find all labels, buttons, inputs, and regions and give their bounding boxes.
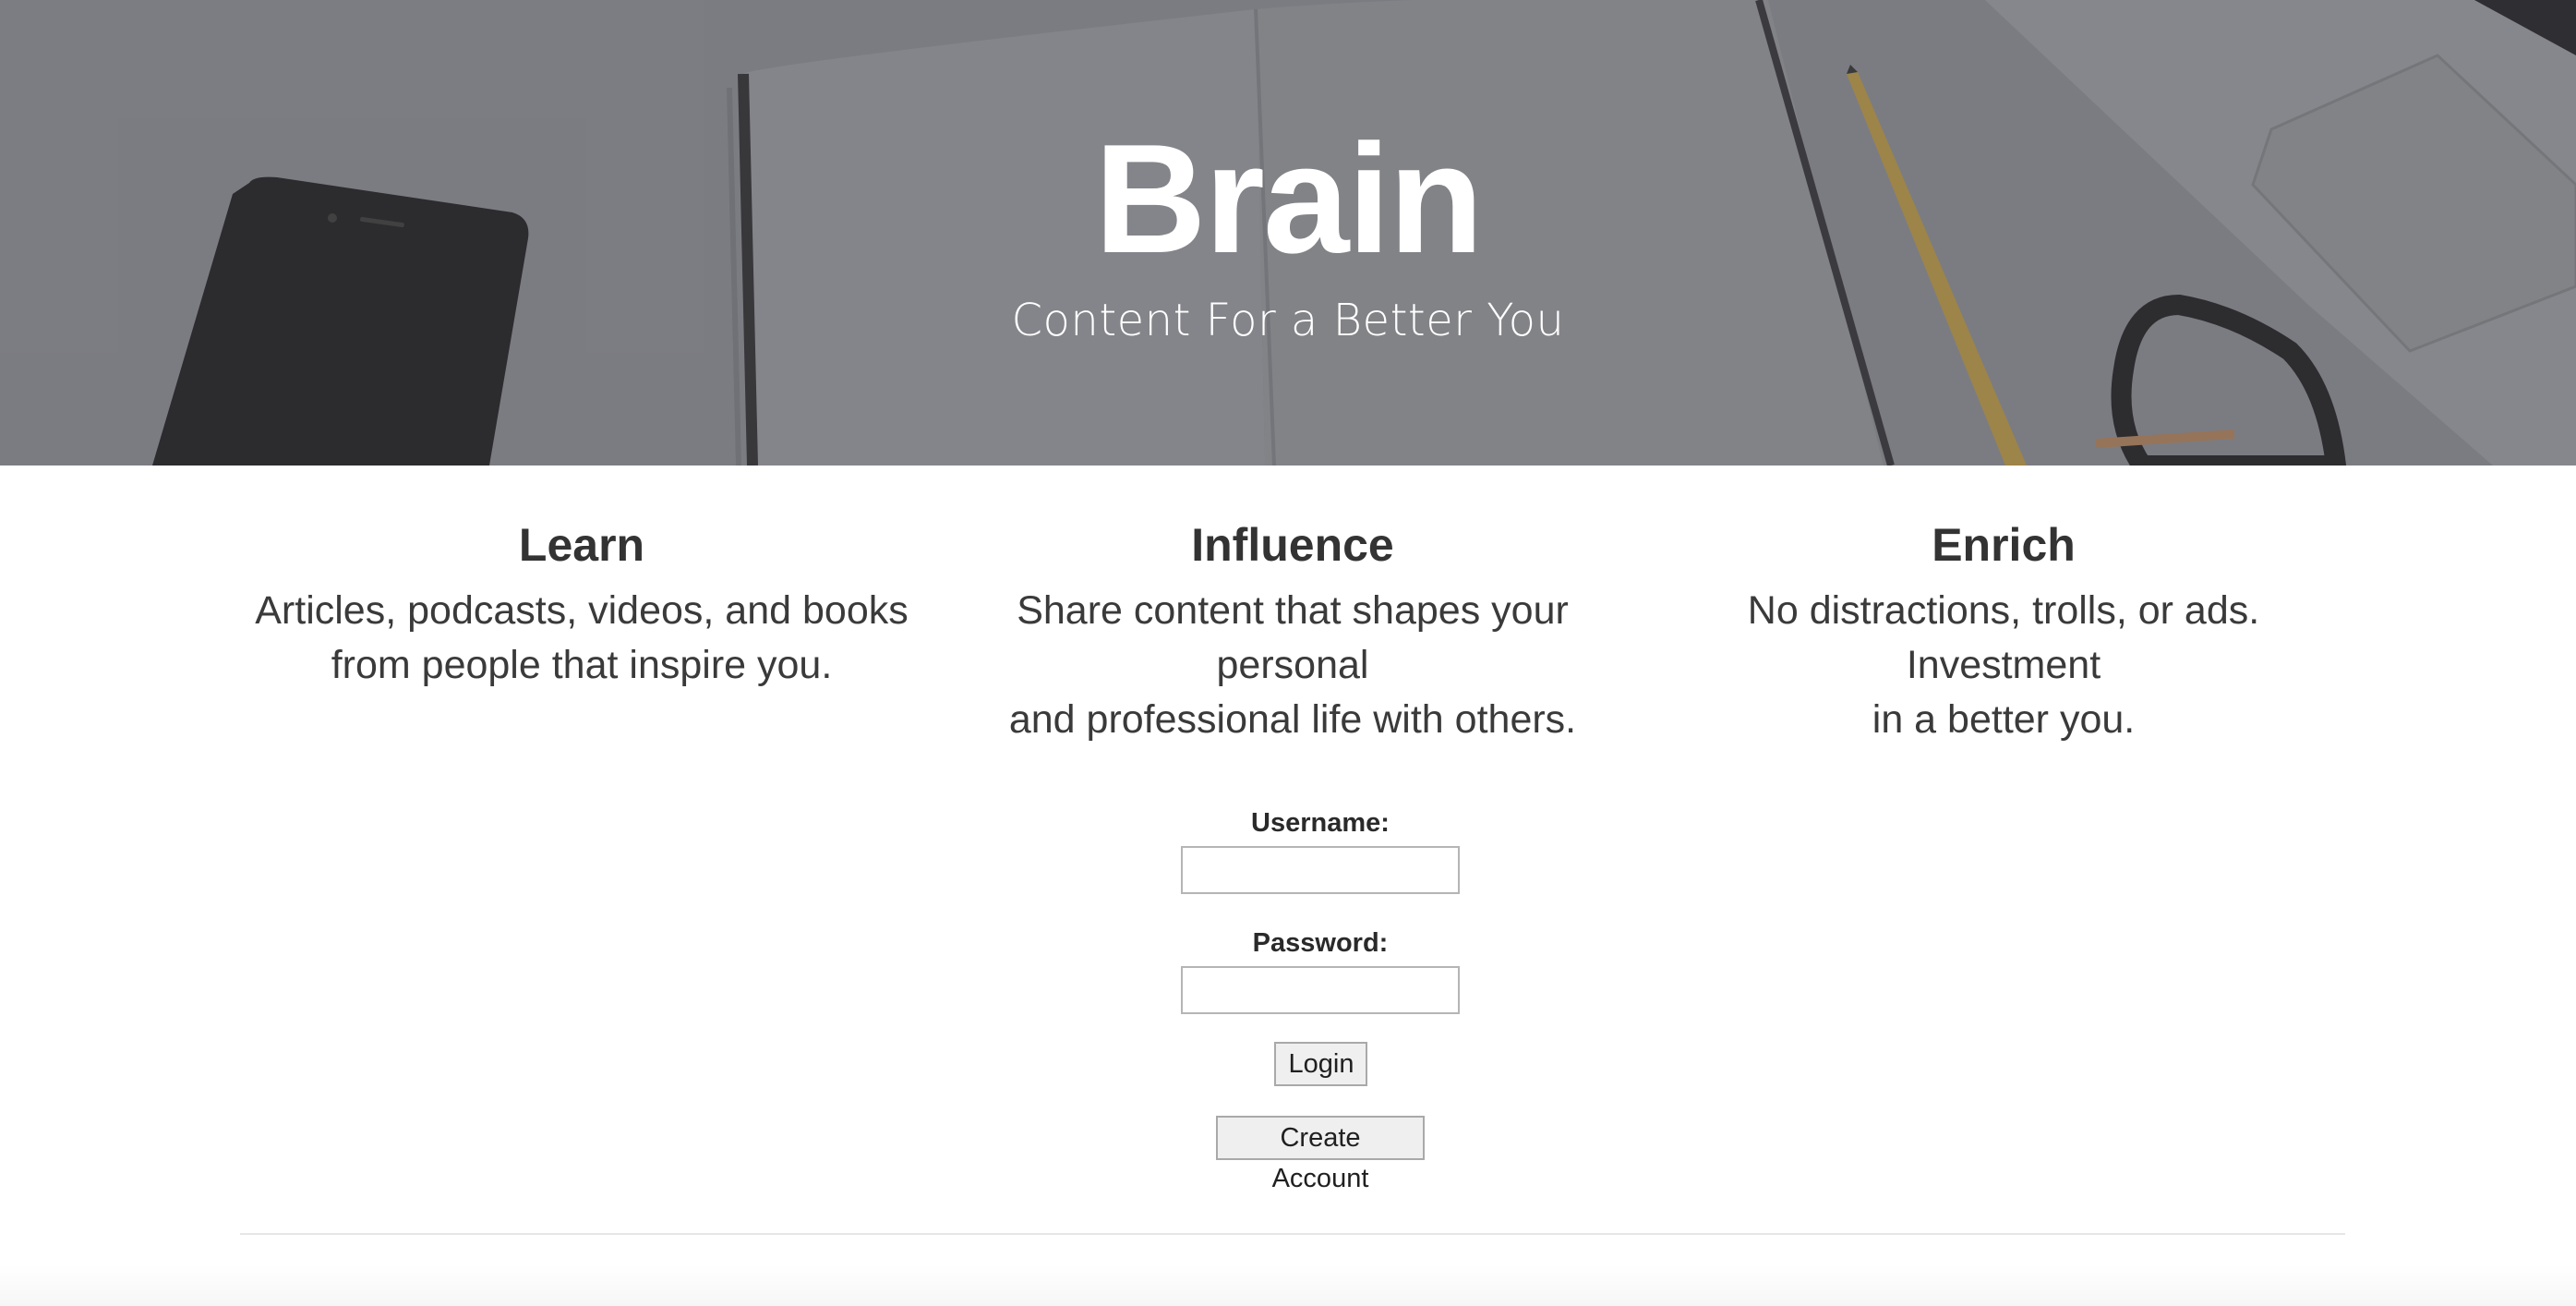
features-section: Learn Articles, podcasts, videos, and bo… xyxy=(240,506,2345,742)
feature-description-line: No distractions, trolls, or ads. Investm… xyxy=(1747,588,2260,687)
username-label: Username: xyxy=(1251,808,1390,838)
feature-enrich: Enrich No distractions, trolls, or ads. … xyxy=(1662,506,2345,742)
feature-description-line: and professional life with others. xyxy=(1008,697,1577,742)
feature-description-line: in a better you. xyxy=(1872,697,2136,742)
site-tagline: Content For a Better You xyxy=(1011,295,1565,346)
login-button[interactable]: Login xyxy=(1273,1042,1367,1086)
login-form: Username: Password: Login Create Account xyxy=(1103,804,1537,1193)
feature-heading: Enrich xyxy=(1932,519,2076,571)
password-input[interactable] xyxy=(1181,966,1460,1014)
feature-description-line: Articles, podcasts, videos, and books xyxy=(255,588,909,633)
create-account-button[interactable]: Create Account xyxy=(1216,1116,1425,1193)
hero-banner: Brain Content For a Better You xyxy=(0,0,2576,466)
feature-influence: Influence Share content that shapes your… xyxy=(951,506,1634,742)
feature-description-line: from people that inspire you. xyxy=(331,643,833,687)
feature-heading: Influence xyxy=(1191,519,1394,571)
site-title: Brain xyxy=(1094,112,1483,285)
page-bottom-shadow xyxy=(0,1265,2576,1306)
feature-description-line: Share content that shapes your personal xyxy=(1017,588,1569,687)
footer-divider xyxy=(240,1233,2345,1235)
feature-heading: Learn xyxy=(518,519,645,571)
password-label: Password: xyxy=(1252,928,1389,958)
username-input[interactable] xyxy=(1181,846,1460,894)
feature-learn: Learn Articles, podcasts, videos, and bo… xyxy=(240,506,923,709)
